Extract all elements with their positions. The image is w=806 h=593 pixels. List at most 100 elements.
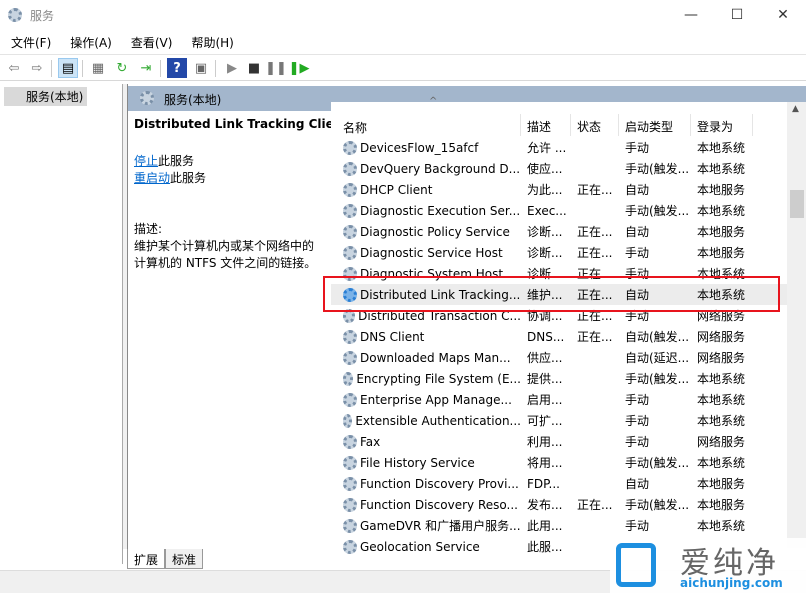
column-description[interactable]: 描述 xyxy=(521,114,571,136)
cell-startup-type: 手动 xyxy=(625,435,650,449)
watermark-logo xyxy=(616,543,656,587)
table-row[interactable]: Extensible Authentication... 可扩... 手动 本地系统 xyxy=(331,410,787,431)
gear-icon xyxy=(8,8,22,22)
maximize-button[interactable]: ☐ xyxy=(714,0,760,30)
sort-ascending-icon: ^ xyxy=(429,96,438,107)
service-name-text: Downloaded Maps Man... xyxy=(360,350,511,365)
tab-standard[interactable]: 标准 xyxy=(165,549,204,569)
menu-help[interactable]: 帮助(H) xyxy=(180,31,241,53)
cell-name: File History Service xyxy=(331,455,521,470)
gear-icon xyxy=(343,392,357,407)
minimize-button[interactable]: — xyxy=(668,0,714,30)
restart-icon[interactable]: ❚▶ xyxy=(289,58,310,78)
table-row[interactable]: Diagnostic Policy Service 诊断... 正在... 自动 本地服… xyxy=(331,221,787,242)
table-row[interactable]: DNS Client DNS... 正在... 自动(触发... 网络服务 xyxy=(331,326,787,347)
menu-action[interactable]: 操作(A) xyxy=(59,31,120,53)
tab-extended[interactable]: 扩展 xyxy=(127,549,166,569)
action-pane-icon[interactable]: ▣ xyxy=(191,58,211,78)
cell-startup-type: 手动 xyxy=(625,519,650,533)
cell-status: 正在... xyxy=(577,225,613,239)
toolbar: ⇦ ⇨ ▤ ▦ ↻ ⇥ ? ▣ ▶ ■ ❚❚ ❚▶ xyxy=(0,54,806,81)
table-row[interactable]: Function Discovery Reso... 发布... 正在... 手动(触… xyxy=(331,494,787,515)
services-panel: 服务(本地) Distributed Link Tracking Client … xyxy=(127,84,806,554)
cell-description: 诊断... xyxy=(527,246,563,260)
description-label: 描述: xyxy=(134,222,163,236)
pause-icon[interactable]: ❚❚ xyxy=(265,58,287,78)
cell-startup-type: 自动(延迟... xyxy=(625,351,690,365)
window-title: 服务 xyxy=(30,9,55,23)
gear-icon xyxy=(343,161,357,176)
cell-startup-type: 手动(触发... xyxy=(625,204,690,218)
menu-bar: 文件(F) 操作(A) 查看(V) 帮助(H) xyxy=(0,31,806,53)
back-icon[interactable]: ⇦ xyxy=(4,58,24,78)
properties-icon[interactable]: ▦ xyxy=(88,58,108,78)
service-name-text: Function Discovery Reso... xyxy=(360,497,518,512)
cell-startup-type: 自动 xyxy=(625,225,650,239)
cell-startup-type: 自动 xyxy=(625,477,650,491)
vertical-scrollbar[interactable]: ▲ xyxy=(787,102,806,548)
table-row[interactable]: File History Service 将用... 手动(触发... 本地系统 xyxy=(331,452,787,473)
table-row[interactable]: Downloaded Maps Man... 供应... 自动(延迟... 网络服务 xyxy=(331,347,787,368)
table-row[interactable]: Enterprise App Manage... 启用... 手动 本地系统 xyxy=(331,389,787,410)
cell-description: 利用... xyxy=(527,435,563,449)
service-name: Distributed Link Tracking Client xyxy=(134,117,349,131)
column-startup-type[interactable]: 启动类型 xyxy=(619,114,691,136)
cell-startup-type: 自动(触发... xyxy=(625,330,690,344)
table-row[interactable]: Function Discovery Provi... FDP... 自动 本地服务 xyxy=(331,473,787,494)
gear-icon xyxy=(343,434,357,449)
gear-icon xyxy=(343,329,357,344)
table-row[interactable]: Diagnostic Execution Ser... Exec... 手动(触发.… xyxy=(331,200,787,221)
scrollbar-thumb[interactable] xyxy=(790,190,804,218)
cell-log-on-as: 本地系统 xyxy=(697,393,746,407)
description-text: 维护某个计算机内或某个网络中的计算机的 NTFS 文件之间的链接。 xyxy=(134,239,317,270)
cell-startup-type: 手动 xyxy=(625,414,650,428)
menu-file[interactable]: 文件(F) xyxy=(0,31,59,53)
column-log-on-as[interactable]: 登录为 xyxy=(691,114,753,136)
show-console-tree-icon[interactable]: ▤ xyxy=(58,58,78,78)
cell-name: GameDVR 和广播用户服务... xyxy=(331,517,521,534)
cell-status: 正在... xyxy=(577,246,613,260)
stop-icon[interactable]: ■ xyxy=(244,58,264,78)
menu-view[interactable]: 查看(V) xyxy=(120,31,181,53)
table-row[interactable]: DevicesFlow_15afcf 允许 ... 手动 本地系统 xyxy=(331,137,787,158)
cell-startup-type: 手动 xyxy=(625,246,650,260)
start-icon[interactable]: ▶ xyxy=(222,58,242,78)
cell-log-on-as: 网络服务 xyxy=(697,435,746,449)
stop-service-link[interactable]: 停止 xyxy=(134,154,158,168)
cell-description: 供应... xyxy=(527,351,563,365)
cell-log-on-as: 本地服务 xyxy=(697,477,746,491)
cell-startup-type: 手动 xyxy=(625,393,650,407)
gear-icon xyxy=(343,455,357,470)
table-row[interactable]: Diagnostic Service Host 诊断... 正在... 手动 本地服务 xyxy=(331,242,787,263)
scroll-up-icon[interactable]: ▲ xyxy=(792,104,799,114)
table-row[interactable]: Fax 利用... 手动 网络服务 xyxy=(331,431,787,452)
export-list-icon[interactable]: ⇥ xyxy=(136,58,156,78)
service-name-text: File History Service xyxy=(360,455,475,470)
cell-log-on-as: 本地系统 xyxy=(697,456,746,470)
cell-name: Function Discovery Provi... xyxy=(331,476,521,491)
tree-item-services-local[interactable]: 服务(本地) xyxy=(4,87,88,106)
column-status[interactable]: 状态 xyxy=(571,114,619,136)
cell-log-on-as: 本地服务 xyxy=(697,498,746,512)
column-name[interactable]: 名称 xyxy=(331,114,521,136)
cell-log-on-as: 本地系统 xyxy=(697,372,746,386)
cell-log-on-as: 本地服务 xyxy=(697,246,746,260)
refresh-icon[interactable]: ↻ xyxy=(112,58,132,78)
help-icon[interactable]: ? xyxy=(167,58,187,78)
cell-log-on-as: 本地系统 xyxy=(697,162,746,176)
table-row[interactable]: DevQuery Background D... 使应... 手动(触发... 本地系… xyxy=(331,158,787,179)
cell-description: 此用... xyxy=(527,519,563,533)
service-name-text: DHCP Client xyxy=(360,182,433,197)
table-row[interactable]: DHCP Client 为此... 正在... 自动 本地服务 xyxy=(331,179,787,200)
restart-service-link[interactable]: 重启动 xyxy=(134,171,170,185)
watermark-url: aichunjing.com xyxy=(680,576,783,590)
cell-name: Diagnostic Execution Ser... xyxy=(331,203,521,218)
table-row[interactable]: GameDVR 和广播用户服务... 此用... 手动 本地系统 xyxy=(331,515,787,536)
gear-icon xyxy=(343,203,357,218)
table-row[interactable]: Encrypting File System (E... 提供... 手动(触发..… xyxy=(331,368,787,389)
forward-icon[interactable]: ⇨ xyxy=(27,58,47,78)
services-list: ^ 名称 描述 状态 启动类型 登录为 DevicesFlow_15afcf 允许… xyxy=(331,96,806,554)
close-button[interactable]: ✕ xyxy=(760,0,806,30)
cell-log-on-as: 本地系统 xyxy=(697,519,746,533)
cell-description: 将用... xyxy=(527,456,563,470)
